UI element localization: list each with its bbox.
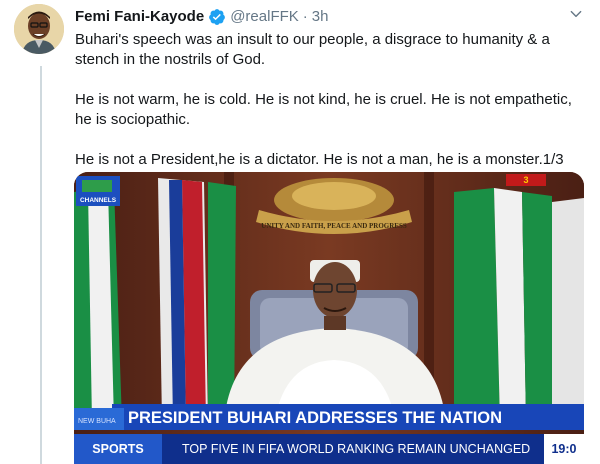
corner-badge: 3 [506, 174, 546, 186]
headline-text: PRESIDENT BUHARI ADDRESSES THE NATION [128, 409, 502, 427]
timestamp[interactable]: 3h [312, 7, 329, 27]
ticker-clock: 19:0 [551, 442, 576, 456]
tweet-text: Buhari's speech was an insult to our peo… [75, 30, 575, 190]
author-handle[interactable]: @realFFK [230, 7, 299, 27]
news-ticker: SPORTS TOP FIVE IN FIFA WORLD RANKING RE… [74, 434, 584, 464]
crest-motto: UNITY AND FAITH, PEACE AND PROGRESS [261, 222, 407, 230]
chevron-down-icon [569, 7, 583, 26]
author-name[interactable]: Femi Fani-Kayode [75, 7, 204, 27]
avatar[interactable] [14, 4, 64, 54]
tweet-card[interactable]: Femi Fani-Kayode @realFFK · 3h Buhari's … [0, 0, 600, 464]
corner-text: 3 [523, 175, 528, 185]
more-options-button[interactable] [566, 6, 586, 26]
tweet-paragraph: He is not warm, he is cold. He is not ki… [75, 91, 572, 128]
channel-logo: CHANNELS [76, 176, 120, 206]
verified-badge-icon [208, 8, 226, 26]
tweet-paragraph: He is not a President,he is a dictator. … [75, 151, 564, 168]
separator-dot: · [302, 8, 308, 25]
strip-label: NEW BUHA [78, 418, 116, 425]
tweet-header: Femi Fani-Kayode @realFFK · 3h [75, 7, 328, 27]
tweet-media-image[interactable]: UNITY AND FAITH, PEACE AND PROGRESS CHAN… [74, 172, 584, 464]
tweet-paragraph: Buhari's speech was an insult to our peo… [75, 31, 550, 68]
tv-broadcast-frame: UNITY AND FAITH, PEACE AND PROGRESS CHAN… [74, 172, 584, 464]
flag-right [454, 188, 584, 422]
headline-bar: NEW BUHA PRESIDENT BUHARI ADDRESSES THE … [74, 404, 584, 430]
channel-logo-text: CHANNELS [80, 197, 117, 204]
ticker-section: SPORTS [92, 442, 143, 456]
ticker-text: TOP FIVE IN FIFA WORLD RANKING REMAIN UN… [182, 442, 530, 456]
thread-line [40, 66, 42, 464]
